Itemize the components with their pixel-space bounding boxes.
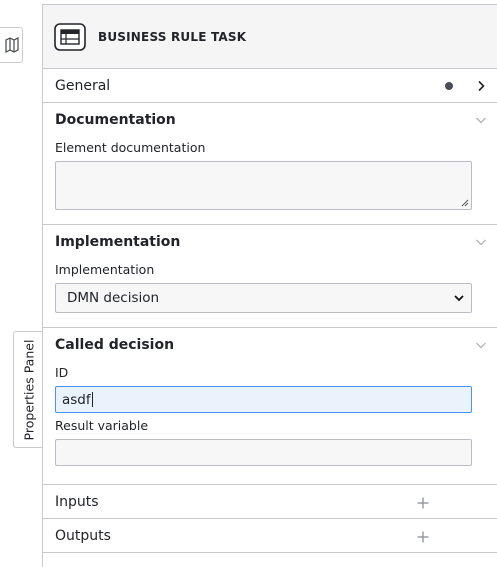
- group-outputs: Outputs: [43, 519, 497, 553]
- group-inputs: Inputs: [43, 485, 497, 519]
- plus-icon: [417, 531, 429, 542]
- minimap-toggle-button[interactable]: [0, 27, 23, 63]
- group-inputs-title: Inputs: [55, 493, 99, 510]
- result-variable-label: Result variable: [55, 418, 149, 433]
- panel-header-title: BUSINESS RULE TASK: [98, 29, 247, 44]
- resize-grip-icon[interactable]: [461, 199, 469, 207]
- add-output-button[interactable]: [417, 526, 429, 546]
- canvas-area: Properties Panel: [0, 0, 44, 567]
- group-implementation-header[interactable]: Implementation: [43, 225, 497, 258]
- group-called-decision-title: Called decision: [55, 336, 175, 353]
- chevron-down-icon: [476, 117, 486, 123]
- group-documentation-header[interactable]: Documentation: [43, 103, 497, 136]
- group-outputs-title: Outputs: [55, 527, 111, 544]
- implementation-label: Implementation: [55, 262, 155, 277]
- group-inputs-header[interactable]: Inputs: [43, 485, 497, 518]
- chevron-down-icon: [476, 239, 486, 245]
- map-icon: [4, 37, 19, 53]
- group-implementation: Implementation Implementation DMN decisi…: [43, 225, 497, 328]
- group-called-decision-header[interactable]: Called decision: [43, 328, 497, 361]
- properties-panel-toggle-label: Properties Panel: [21, 339, 37, 440]
- documentation-textarea[interactable]: [55, 161, 472, 210]
- add-input-button[interactable]: [417, 492, 429, 512]
- decision-id-label: ID: [55, 365, 69, 380]
- chevron-down-icon: [454, 295, 464, 302]
- group-documentation-title: Documentation: [55, 111, 176, 128]
- documentation-entry: Element documentation: [43, 140, 497, 210]
- decision-id-entry: ID asdf: [43, 365, 497, 413]
- group-general: General: [43, 69, 497, 103]
- group-general-header[interactable]: General: [43, 69, 497, 102]
- implementation-entry: Implementation DMN decision: [43, 262, 497, 313]
- group-general-title: General: [55, 77, 111, 94]
- result-variable-input[interactable]: [55, 439, 472, 466]
- result-variable-entry: Result variable: [43, 418, 497, 466]
- data-marker-icon: [445, 81, 453, 90]
- decision-id-value: asdf: [62, 391, 91, 408]
- properties-panel-toggle[interactable]: Properties Panel: [13, 331, 44, 448]
- implementation-select[interactable]: DMN decision: [55, 283, 472, 313]
- properties-panel: BUSINESS RULE TASK General Documentation…: [42, 4, 497, 567]
- implementation-selected-value: DMN decision: [67, 290, 160, 306]
- plus-icon: [417, 497, 429, 508]
- group-called-decision: Called decision ID asdf Result variable: [43, 328, 497, 485]
- chevron-right-icon: [478, 80, 485, 91]
- documentation-label: Element documentation: [55, 140, 206, 155]
- group-outputs-header[interactable]: Outputs: [43, 519, 497, 552]
- chevron-down-icon: [476, 342, 486, 348]
- group-documentation: Documentation Element documentation: [43, 103, 497, 225]
- panel-header: BUSINESS RULE TASK: [43, 5, 497, 69]
- business-rule-task-icon: [54, 22, 86, 51]
- group-implementation-title: Implementation: [55, 233, 181, 250]
- decision-id-input[interactable]: asdf: [55, 386, 472, 413]
- text-caret: [91, 392, 93, 407]
